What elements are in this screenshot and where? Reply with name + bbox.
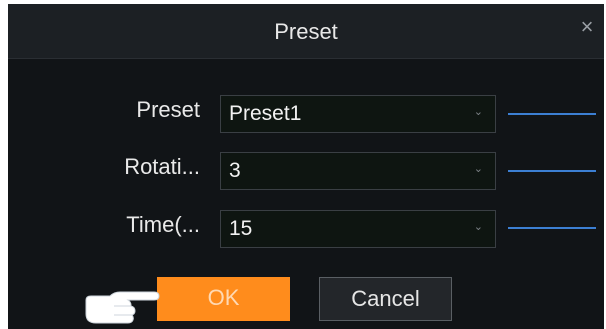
preset-value: Preset1 bbox=[229, 102, 302, 125]
time-label: Time(... bbox=[126, 212, 200, 237]
chevron-down-icon: ⌄ bbox=[473, 106, 483, 118]
time-value: 15 bbox=[229, 217, 253, 240]
preset-label: Preset bbox=[136, 97, 200, 122]
callout-line bbox=[508, 170, 596, 172]
close-icon[interactable]: × bbox=[576, 16, 598, 38]
dialog-title-bar: Preset × bbox=[8, 4, 604, 59]
dialog-title: Preset bbox=[274, 19, 338, 44]
chevron-down-icon: ⌄ bbox=[473, 163, 483, 175]
chevron-down-icon: ⌄ bbox=[473, 221, 483, 233]
callout-line bbox=[508, 113, 596, 115]
rotation-value: 3 bbox=[229, 159, 241, 182]
rotation-select[interactable]: 3 ⌄ bbox=[220, 152, 496, 190]
pointing-hand-icon bbox=[85, 291, 160, 324]
cancel-button[interactable]: Cancel bbox=[319, 277, 452, 321]
preset-select[interactable]: Preset1 ⌄ bbox=[220, 95, 496, 133]
rotation-label: Rotati... bbox=[124, 154, 200, 179]
time-select[interactable]: 15 ⌄ bbox=[220, 210, 496, 248]
ok-button[interactable]: OK bbox=[157, 277, 290, 321]
callout-line bbox=[508, 227, 596, 229]
